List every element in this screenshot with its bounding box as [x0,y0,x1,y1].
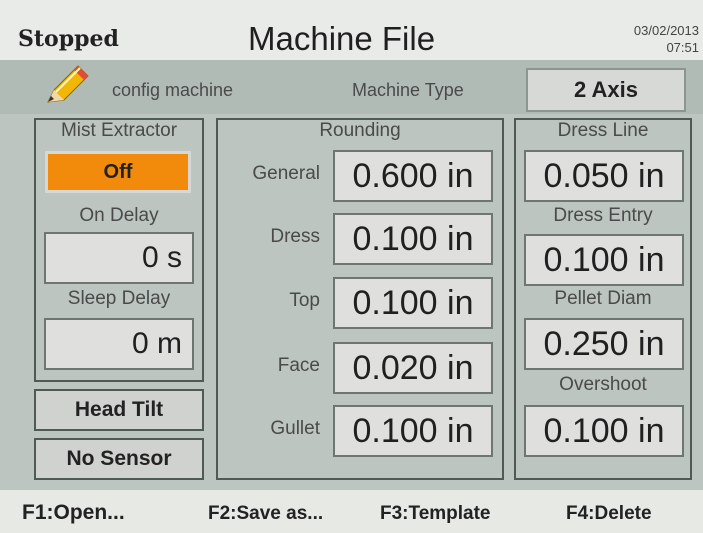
sleep-delay-label: Sleep Delay [67,288,171,309]
rounding-gullet-field[interactable]: 0.100 in [333,405,493,457]
mist-extractor-toggle[interactable]: Off [45,151,191,193]
datetime: 03/02/2013 07:51 [634,22,699,56]
on-delay-field[interactable]: 0 s [44,232,194,284]
rounding-label-gullet: Gullet [270,418,320,439]
machine-file-screen: Stopped Machine File 03/02/2013 07:51 co… [0,0,703,533]
f2-save-as-button[interactable]: F2:Save as... [208,503,323,525]
rounding-face-field[interactable]: 0.020 in [333,342,493,394]
rounding-label-face: Face [277,355,320,376]
machine-type-select[interactable]: 2 Axis [526,68,686,112]
pellet-diam-label: Pellet Diam [554,288,652,309]
f4-delete-button[interactable]: F4:Delete [566,503,652,525]
head-tilt-button[interactable]: Head Tilt [34,389,204,431]
rounding-dress-field[interactable]: 0.100 in [333,213,493,265]
no-sensor-button[interactable]: No Sensor [34,438,204,480]
config-machine-label[interactable]: config machine [112,80,233,101]
date-text: 03/02/2013 [633,23,699,38]
time-text: 07:51 [666,40,699,55]
mist-extractor-title: Mist Extractor [60,120,178,141]
overshoot-field[interactable]: 0.100 in [524,405,684,457]
machine-type-label: Machine Type [352,80,464,100]
rounding-label-dress: Dress [270,226,320,247]
pellet-diam-field[interactable]: 0.250 in [524,318,684,370]
pencil-icon[interactable] [44,62,92,106]
machine-status: Stopped [18,26,119,52]
rounding-general-field[interactable]: 0.600 in [333,150,493,202]
on-delay-label: On Delay [79,205,159,226]
dress-entry-field[interactable]: 0.100 in [524,234,684,286]
f3-template-button[interactable]: F3:Template [380,503,491,525]
overshoot-label: Overshoot [559,374,647,395]
f1-open-button[interactable]: F1:Open... [22,501,125,525]
sleep-delay-field[interactable]: 0 m [44,318,194,370]
page-title: Machine File [248,20,436,57]
dress-entry-label: Dress Entry [553,205,653,226]
rounding-title: Rounding [319,120,401,141]
dress-line-field[interactable]: 0.050 in [524,150,684,202]
dress-line-title: Dress Line [557,120,649,141]
rounding-top-field[interactable]: 0.100 in [333,277,493,329]
rounding-label-top: Top [289,290,320,311]
rounding-label-general: General [252,163,320,184]
